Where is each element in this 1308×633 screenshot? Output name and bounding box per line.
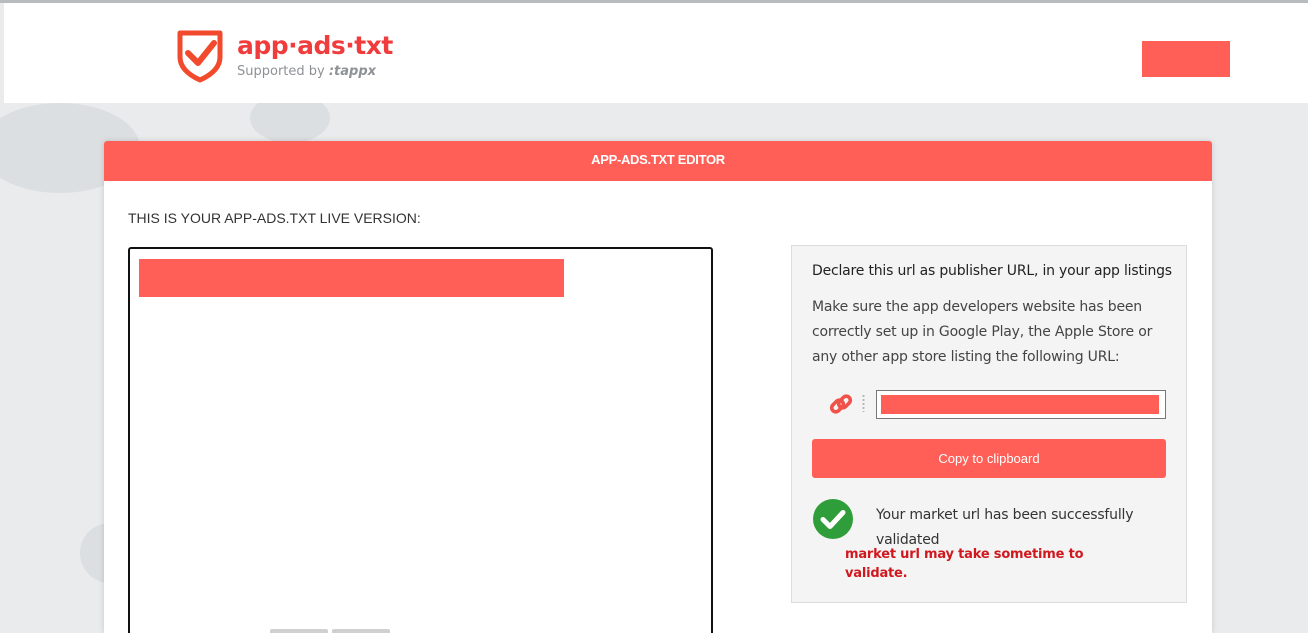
- copy-to-clipboard-button[interactable]: Copy to clipboard: [812, 439, 1166, 478]
- logo-brand-text: :tappx: [328, 64, 377, 79]
- check-circle-icon: [813, 499, 853, 539]
- separator-dots: [862, 394, 865, 412]
- publisher-url-field[interactable]: [876, 390, 1166, 419]
- bottom-tabs: [270, 629, 390, 633]
- header-action-button[interactable]: [1142, 41, 1230, 77]
- panel-title: Declare this url as publisher URL, in yo…: [812, 263, 1172, 279]
- app-ads-txt-logo[interactable]: app·ads·txt Supported by :tappx: [174, 27, 394, 87]
- site-header: app·ads·txt Supported by :tappx: [4, 3, 1308, 103]
- shield-check-icon: [177, 30, 223, 83]
- link-icon: [829, 394, 853, 414]
- app-ads-txt-editor[interactable]: [128, 247, 713, 633]
- card-title: APP-ADS.TXT EDITOR: [104, 141, 1212, 181]
- validation-note: market url may take sometime to validate…: [845, 547, 1084, 581]
- logo-text: app·ads·txt: [237, 31, 393, 60]
- redacted-url: [881, 395, 1159, 414]
- logo-supported-text: Supported by: [237, 64, 325, 79]
- logo-subtitle: Supported by :tappx: [237, 64, 376, 79]
- redacted-line: [139, 259, 564, 297]
- panel-description: Make sure the app developers website has…: [812, 299, 1153, 365]
- live-version-label: THIS IS YOUR APP-ADS.TXT LIVE VERSION:: [128, 210, 421, 226]
